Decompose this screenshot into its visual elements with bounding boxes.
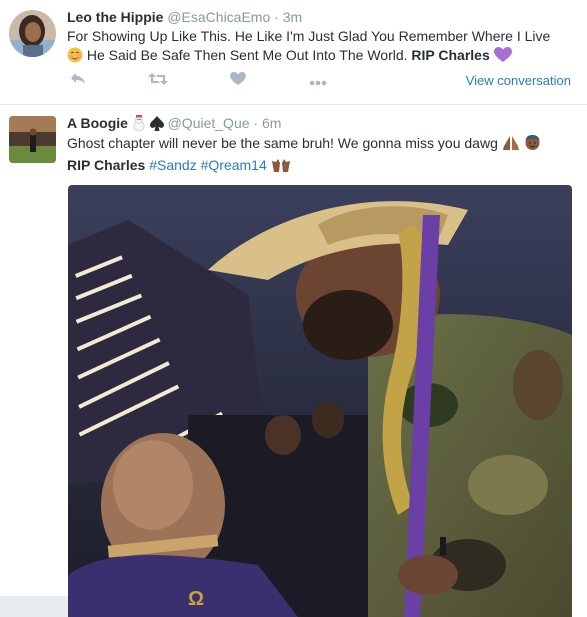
tweet-text: Ghost chapter will never be the same bru… (67, 134, 577, 178)
user-handle[interactable]: @EsaChicaEmo (167, 9, 270, 25)
timestamp[interactable]: 6m (262, 115, 281, 131)
folded-hands-emoji (502, 135, 520, 156)
display-name[interactable]: Leo the Hippie (67, 9, 163, 25)
user-handle[interactable]: @Quiet_Que (168, 115, 250, 131)
tweet-header: A Boogie @Quiet_Que · 6m (67, 115, 281, 134)
hashtag-link[interactable]: #Qream14 (201, 157, 267, 173)
blushing-face-emoji (67, 47, 83, 68)
tweet-text-line1: Ghost chapter will never be the same bru… (67, 135, 498, 151)
tweet-2[interactable]: A Boogie @Quiet_Que · 6m Ghost chapter w… (0, 105, 587, 617)
tweet-text-bold: RIP Charles (411, 47, 490, 63)
tweet-actions: View conversation (67, 72, 577, 92)
tweet-1[interactable]: Leo the Hippie @EsaChicaEmo · 3m For Sho… (0, 0, 587, 105)
view-conversation-link[interactable]: View conversation (466, 73, 571, 88)
man-emoji (524, 134, 541, 156)
separator-dot: · (274, 9, 279, 25)
raised-hands-emoji (271, 157, 291, 178)
retweet-icon[interactable] (147, 72, 169, 92)
tweet-photo[interactable]: Ω (68, 185, 572, 617)
like-icon[interactable] (227, 72, 249, 92)
tweet-text: For Showing Up Like This. He Like I'm Ju… (67, 27, 577, 68)
purple-heart-emoji (493, 47, 512, 68)
tweet-header: Leo the Hippie @EsaChicaEmo · 3m (67, 9, 302, 25)
spade-emoji (149, 116, 164, 134)
svg-text:Ω: Ω (188, 588, 204, 610)
separator-dot: · (253, 115, 259, 131)
snowman-emoji (132, 115, 146, 134)
display-name[interactable]: A Boogie (67, 115, 128, 131)
avatar[interactable] (9, 116, 56, 163)
avatar[interactable] (9, 10, 56, 57)
tweet-text-part1: For Showing Up Like This. He Like I'm Ju… (67, 28, 551, 44)
timestamp[interactable]: 3m (283, 9, 302, 25)
reply-icon[interactable] (67, 72, 89, 92)
tweet-text-bold: RIP Charles (67, 157, 146, 173)
page-gutter (0, 596, 68, 617)
more-icon[interactable] (307, 72, 329, 92)
hashtag-link[interactable]: #Sandz (149, 157, 196, 173)
tweet-text-part2: He Said Be Safe Then Sent Me Out Into Th… (86, 47, 408, 63)
